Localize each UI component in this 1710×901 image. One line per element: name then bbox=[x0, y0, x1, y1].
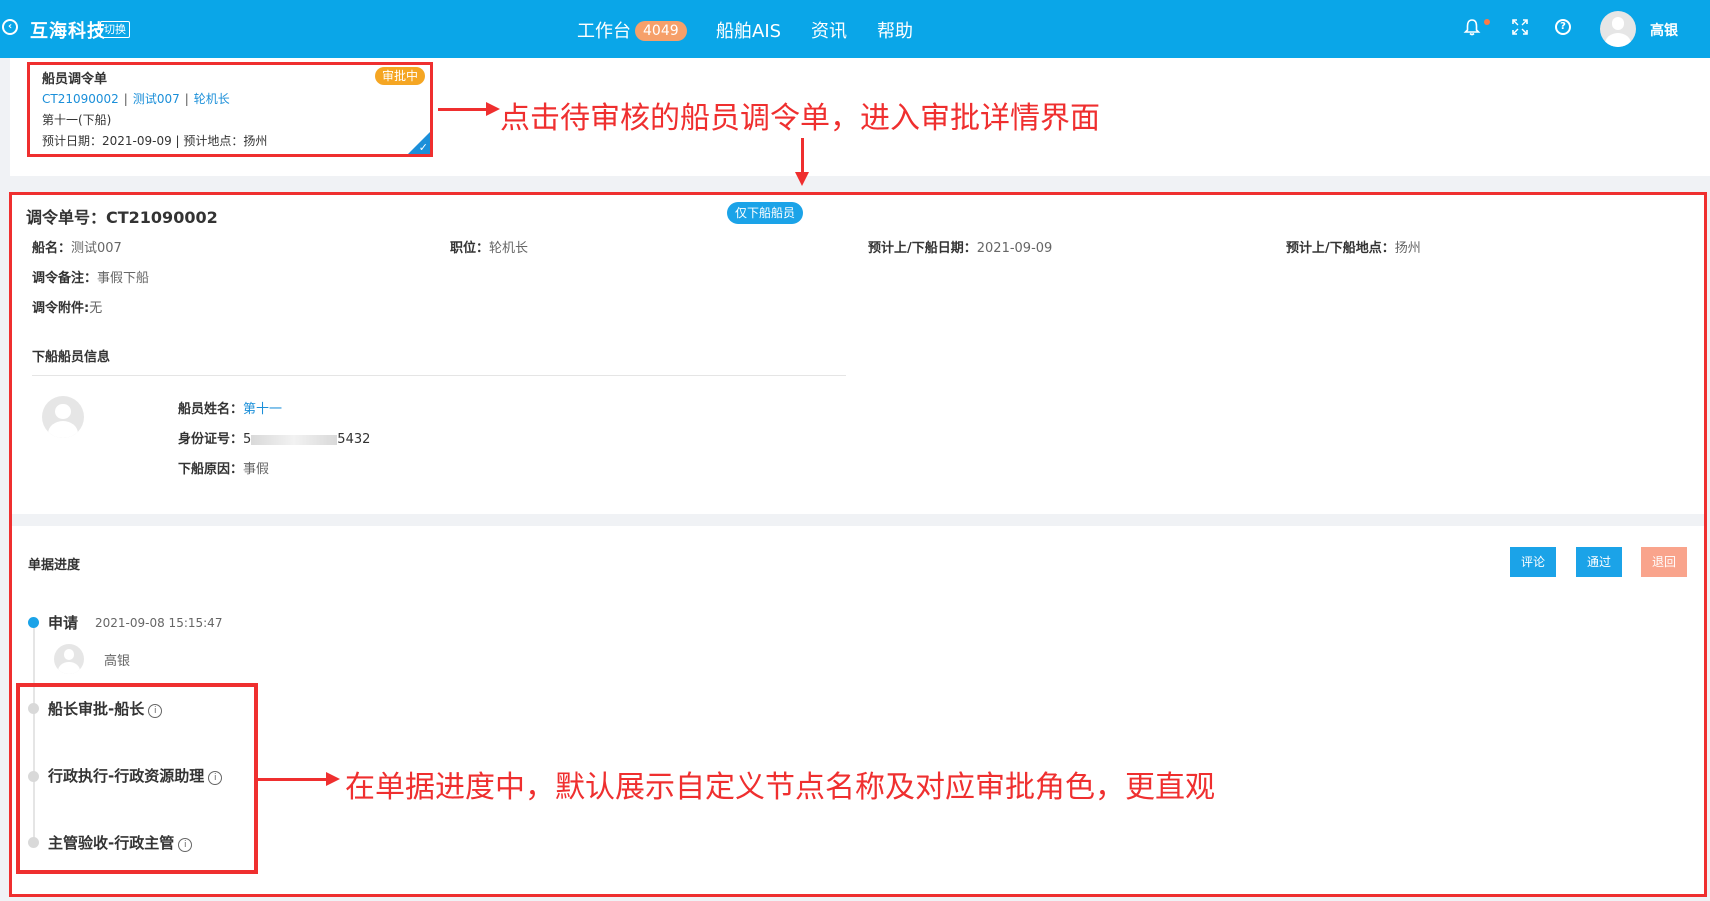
id-field: 身份证号：5 5432 bbox=[178, 432, 371, 447]
section-separator bbox=[12, 514, 1704, 526]
bell-icon[interactable] bbox=[1463, 18, 1481, 36]
timeline-apply-time: 2021-09-08 15:15:47 bbox=[95, 616, 223, 630]
attachment-field: 调令附件:无 bbox=[32, 301, 103, 316]
order-number-link[interactable]: CT21090002 bbox=[42, 92, 119, 106]
annotation-bottom: 在单据进度中，默认展示自定义节点名称及对应审批角色，更直观 bbox=[345, 770, 1215, 805]
return-button[interactable]: 退回 bbox=[1641, 547, 1687, 577]
order-card-crew: 第十一(下船) bbox=[42, 113, 112, 127]
nav-help[interactable]: 帮助 bbox=[877, 17, 913, 43]
redacted-mask bbox=[251, 434, 338, 445]
timeline-dot-apply bbox=[28, 617, 39, 628]
approve-button[interactable]: 通过 bbox=[1576, 547, 1622, 577]
applicant-avatar bbox=[54, 644, 84, 674]
annotation-arrow-down bbox=[795, 138, 809, 186]
crew-section-title: 下船船员信息 bbox=[32, 350, 111, 365]
steps-highlight-frame bbox=[16, 683, 258, 874]
annotation-arrow-right-2 bbox=[258, 772, 340, 786]
comment-button[interactable]: 评论 bbox=[1510, 547, 1556, 577]
timeline-apply-label: 申请 bbox=[48, 614, 79, 632]
order-number-heading: 调令单号：CT21090002 bbox=[26, 208, 218, 227]
workbench-badge: 4049 bbox=[635, 21, 687, 41]
applicant-name: 高银 bbox=[104, 654, 131, 669]
place-field: 预计上/下船地点：扬州 bbox=[1286, 241, 1421, 256]
nav-workbench-label: 工作台 bbox=[577, 21, 631, 42]
position-field: 职位：轮机长 bbox=[450, 241, 529, 256]
help-icon[interactable]: ? bbox=[1555, 19, 1571, 35]
switch-button[interactable]: 切换 bbox=[100, 21, 130, 38]
top-bar: ‹ 互海科技 切换 工作台 4049 船舶AIS 资讯 帮助 ? 高银 bbox=[0, 0, 1710, 58]
crew-avatar bbox=[42, 396, 84, 438]
annotation-top: 点击待审核的船员调令单，进入审批详情界面 bbox=[500, 101, 1100, 136]
nav-news[interactable]: 资讯 bbox=[811, 17, 847, 43]
user-name[interactable]: 高银 bbox=[1650, 20, 1678, 40]
section-divider bbox=[32, 375, 846, 376]
crew-name-link[interactable]: 第十一 bbox=[243, 402, 282, 417]
nav-workbench[interactable]: 工作台 4049 bbox=[577, 17, 687, 43]
user-avatar[interactable] bbox=[1600, 11, 1636, 47]
back-icon[interactable]: ‹ bbox=[2, 19, 18, 35]
progress-title: 单据进度 bbox=[28, 558, 81, 573]
order-card-date: 预计日期：2021-09-09 | 预计地点：扬州 bbox=[42, 134, 268, 148]
order-card-links: CT21090002 | 测试007 | 轮机长 bbox=[42, 92, 230, 106]
ship-field: 船名：测试007 bbox=[32, 241, 122, 256]
status-badge: 审批中 bbox=[375, 67, 426, 85]
order-card[interactable]: 船员调令单 审批中 CT21090002 | 测试007 | 轮机长 第十一(下船) 预… bbox=[27, 62, 433, 157]
fullscreen-icon[interactable] bbox=[1511, 18, 1529, 36]
onboard-tag: 仅下船船员 bbox=[727, 202, 804, 224]
annotation-arrow-right bbox=[438, 102, 500, 116]
order-card-title: 船员调令单 bbox=[42, 72, 108, 87]
date-field: 预计上/下船日期：2021-09-09 bbox=[868, 241, 1053, 256]
nav-ais[interactable]: 船舶AIS bbox=[716, 17, 781, 43]
notification-dot bbox=[1484, 19, 1490, 25]
check-icon: ✓ bbox=[418, 141, 428, 154]
reason-field: 下船原因：事假 bbox=[178, 462, 270, 477]
position-link[interactable]: 轮机长 bbox=[194, 92, 230, 106]
remark-field: 调令备注：事假下船 bbox=[32, 271, 150, 286]
ship-link[interactable]: 测试007 bbox=[133, 92, 180, 106]
crew-name-field: 船员姓名：第十一 bbox=[178, 402, 283, 417]
brand-name: 互海科技 bbox=[30, 21, 106, 42]
